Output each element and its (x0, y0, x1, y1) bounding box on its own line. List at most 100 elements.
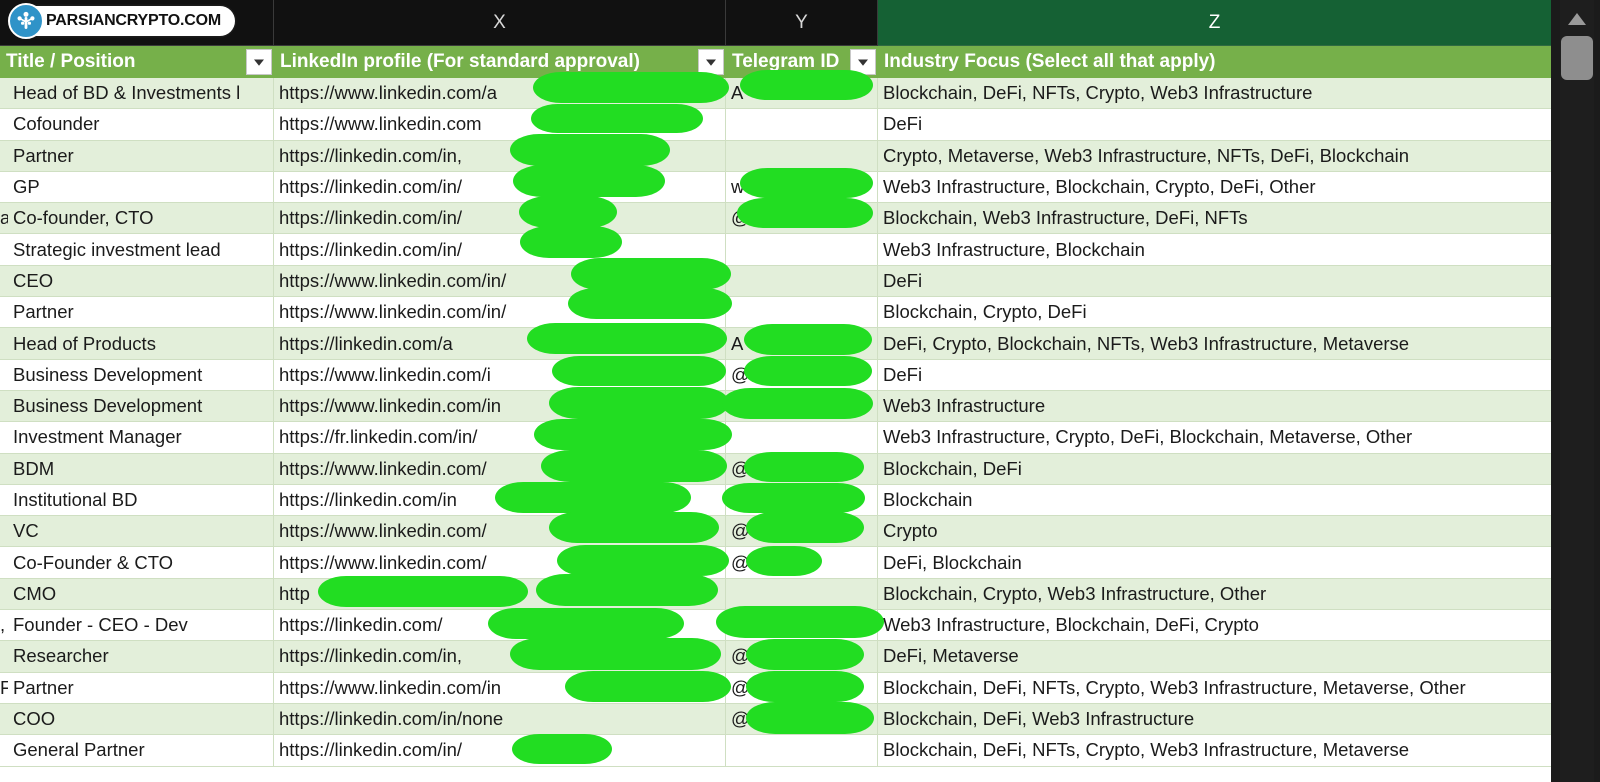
cell-industry-focus[interactable]: DeFi (878, 109, 1552, 139)
cell-industry-focus[interactable]: Blockchain, DeFi, NFTs, Crypto, Web3 Inf… (878, 78, 1552, 108)
column-letter-z[interactable]: Z (878, 0, 1552, 46)
cell-industry-focus[interactable]: Web3 Infrastructure (878, 391, 1552, 421)
filter-dropdown-button-3[interactable] (850, 49, 876, 75)
cell-telegram-id[interactable]: @ (726, 203, 878, 234)
cell-linkedin-profile[interactable]: https://linkedin.com/in/none (274, 703, 726, 735)
cell-telegram-id[interactable]: @ (726, 672, 878, 703)
cell-prev-column[interactable]: F (0, 673, 8, 703)
table-row[interactable]: CMO http Blockchain, Crypto, Web3 Infrastr… (0, 578, 1552, 611)
cell-prev-column[interactable] (0, 78, 8, 108)
cell-title-position[interactable]: General Partner (8, 735, 274, 766)
cell-industry-focus[interactable]: Blockchain, Web3 Infrastructure, DeFi, N… (878, 203, 1552, 233)
cell-industry-focus[interactable]: DeFi, Crypto, Blockchain, NFTs, Web3 Inf… (878, 328, 1552, 358)
cell-telegram-id[interactable]: A (726, 328, 878, 359)
cell-prev-column[interactable] (0, 234, 8, 264)
cell-linkedin-profile[interactable]: https://www.linkedin.com (274, 109, 726, 140)
cell-title-position[interactable]: CEO (8, 265, 274, 297)
cell-linkedin-profile[interactable]: https://www.linkedin.com/in (274, 390, 726, 422)
table-row[interactable]: Partner https://linkedin.com/in, Crypto, M… (0, 140, 1552, 172)
cell-prev-column[interactable] (0, 704, 8, 734)
cell-prev-column[interactable] (0, 328, 8, 358)
cell-telegram-id[interactable]: @ (726, 516, 878, 547)
cell-title-position[interactable]: COO (8, 703, 274, 735)
cell-telegram-id[interactable] (726, 610, 878, 641)
cell-linkedin-profile[interactable]: https://linkedin.com/in, (274, 140, 726, 171)
table-row[interactable]: GP https://linkedin.com/in/w Web3 Infrastr… (0, 171, 1552, 204)
filter-dropdown-button-1[interactable] (246, 49, 272, 75)
cell-industry-focus[interactable]: Web3 Infrastructure, Blockchain, DeFi, C… (878, 610, 1552, 640)
vertical-scroll-thumb[interactable] (1561, 36, 1593, 80)
cell-prev-column[interactable] (0, 516, 8, 546)
cell-title-position[interactable]: GP (8, 171, 274, 203)
cell-linkedin-profile[interactable]: https://linkedin.com/in (274, 484, 726, 516)
table-row[interactable]: Co-Founder & CTO https://www.linkedin.com… (0, 547, 1552, 579)
table-row[interactable]: CEO https://www.linkedin.com/in/DeFi (0, 265, 1552, 298)
cell-title-position[interactable]: Head of BD & Investments l (8, 78, 274, 109)
cell-linkedin-profile[interactable]: https://linkedin.com/in/ (274, 735, 726, 766)
cell-telegram-id[interactable] (726, 735, 878, 766)
cell-telegram-id[interactable] (726, 265, 878, 297)
column-letter-y[interactable]: Y (726, 0, 878, 46)
cell-title-position[interactable]: Investment Manager (8, 422, 274, 453)
cell-prev-column[interactable] (0, 297, 8, 327)
cell-prev-column[interactable] (0, 109, 8, 139)
cell-telegram-id[interactable]: @ (726, 703, 878, 735)
table-row[interactable]: , Founder - CEO - Dev https://linkedin.com… (0, 610, 1552, 642)
cell-title-position[interactable]: CMO (8, 578, 274, 610)
table-row[interactable]: a Co-founder, CTO https://linkedin.com/in/… (0, 203, 1552, 235)
scroll-up-arrow-icon[interactable] (1560, 6, 1594, 32)
filter-dropdown-button-2[interactable] (698, 49, 724, 75)
cell-linkedin-profile[interactable]: https://linkedin.com/in/ (274, 171, 726, 203)
cell-industry-focus[interactable]: Blockchain, Crypto, DeFi (878, 297, 1552, 327)
cell-prev-column[interactable] (0, 391, 8, 421)
cell-title-position[interactable]: Strategic investment lead (8, 234, 274, 265)
cell-prev-column[interactable]: a (0, 203, 8, 233)
cell-telegram-id[interactable]: @ (726, 641, 878, 672)
cell-prev-column[interactable] (0, 641, 8, 671)
cell-industry-focus[interactable]: DeFi, Metaverse (878, 641, 1552, 671)
cell-title-position[interactable]: VC (8, 516, 274, 547)
cell-prev-column[interactable] (0, 454, 8, 484)
cell-title-position[interactable]: Business Development (8, 359, 274, 390)
cell-prev-column[interactable] (0, 735, 8, 765)
cell-prev-column[interactable] (0, 141, 8, 171)
cell-linkedin-profile[interactable]: https://www.linkedin.com/in (274, 672, 726, 703)
table-row[interactable]: Researcher https://linkedin.com/in, @ DeFi,… (0, 641, 1552, 673)
cell-linkedin-profile[interactable]: https://linkedin.com/ (274, 610, 726, 641)
cell-linkedin-profile[interactable]: https://www.linkedin.com/a (274, 78, 726, 109)
grid-body[interactable]: Head of BD & Investments l https://www.li… (0, 78, 1552, 782)
table-row[interactable]: Cofounder https://www.linkedin.com DeFi (0, 109, 1552, 141)
cell-telegram-id[interactable]: A (726, 78, 878, 109)
cell-telegram-id[interactable] (726, 109, 878, 140)
cell-industry-focus[interactable]: Blockchain, DeFi, NFTs, Crypto, Web3 Inf… (878, 735, 1552, 765)
cell-prev-column[interactable] (0, 547, 8, 577)
table-row[interactable]: Institutional BD https://linkedin.com/in B… (0, 484, 1552, 517)
cell-linkedin-profile[interactable]: https://linkedin.com/in/ (274, 203, 726, 234)
cell-linkedin-profile[interactable]: https://www.linkedin.com/in/ (274, 265, 726, 297)
cell-industry-focus[interactable]: Crypto, Metaverse, Web3 Infrastructure, … (878, 141, 1552, 171)
cell-linkedin-profile[interactable]: https://linkedin.com/in/ (274, 234, 726, 265)
cell-telegram-id[interactable] (726, 390, 878, 422)
column-header-2[interactable]: LinkedIn profile (For standard approval) (274, 46, 726, 78)
cell-telegram-id[interactable]: @ (726, 359, 878, 390)
cell-prev-column[interactable] (0, 360, 8, 390)
cell-title-position[interactable]: Co-Founder & CTO (8, 547, 274, 578)
cell-prev-column[interactable]: , (0, 610, 8, 640)
cell-industry-focus[interactable]: DeFi (878, 360, 1552, 390)
cell-title-position[interactable]: Institutional BD (8, 484, 274, 516)
cell-telegram-id[interactable] (726, 234, 878, 265)
cell-title-position[interactable]: Researcher (8, 641, 274, 672)
column-header-3[interactable]: Telegram ID (726, 46, 878, 78)
cell-prev-column[interactable] (0, 485, 8, 515)
cell-title-position[interactable]: Business Development (8, 390, 274, 422)
cell-prev-column[interactable] (0, 266, 8, 296)
cell-industry-focus[interactable]: DeFi (878, 266, 1552, 296)
cell-title-position[interactable]: Cofounder (8, 109, 274, 140)
cell-title-position[interactable]: BDM (8, 453, 274, 484)
column-header-1[interactable]: Title / Position (0, 46, 274, 78)
cell-telegram-id[interactable] (726, 140, 878, 171)
cell-telegram-id[interactable] (726, 297, 878, 328)
cell-linkedin-profile[interactable]: https://www.linkedin.com/ (274, 547, 726, 578)
cell-industry-focus[interactable]: Web3 Infrastructure, Blockchain (878, 234, 1552, 264)
table-row[interactable]: Partner https://www.linkedin.com/in/Block… (0, 297, 1552, 329)
